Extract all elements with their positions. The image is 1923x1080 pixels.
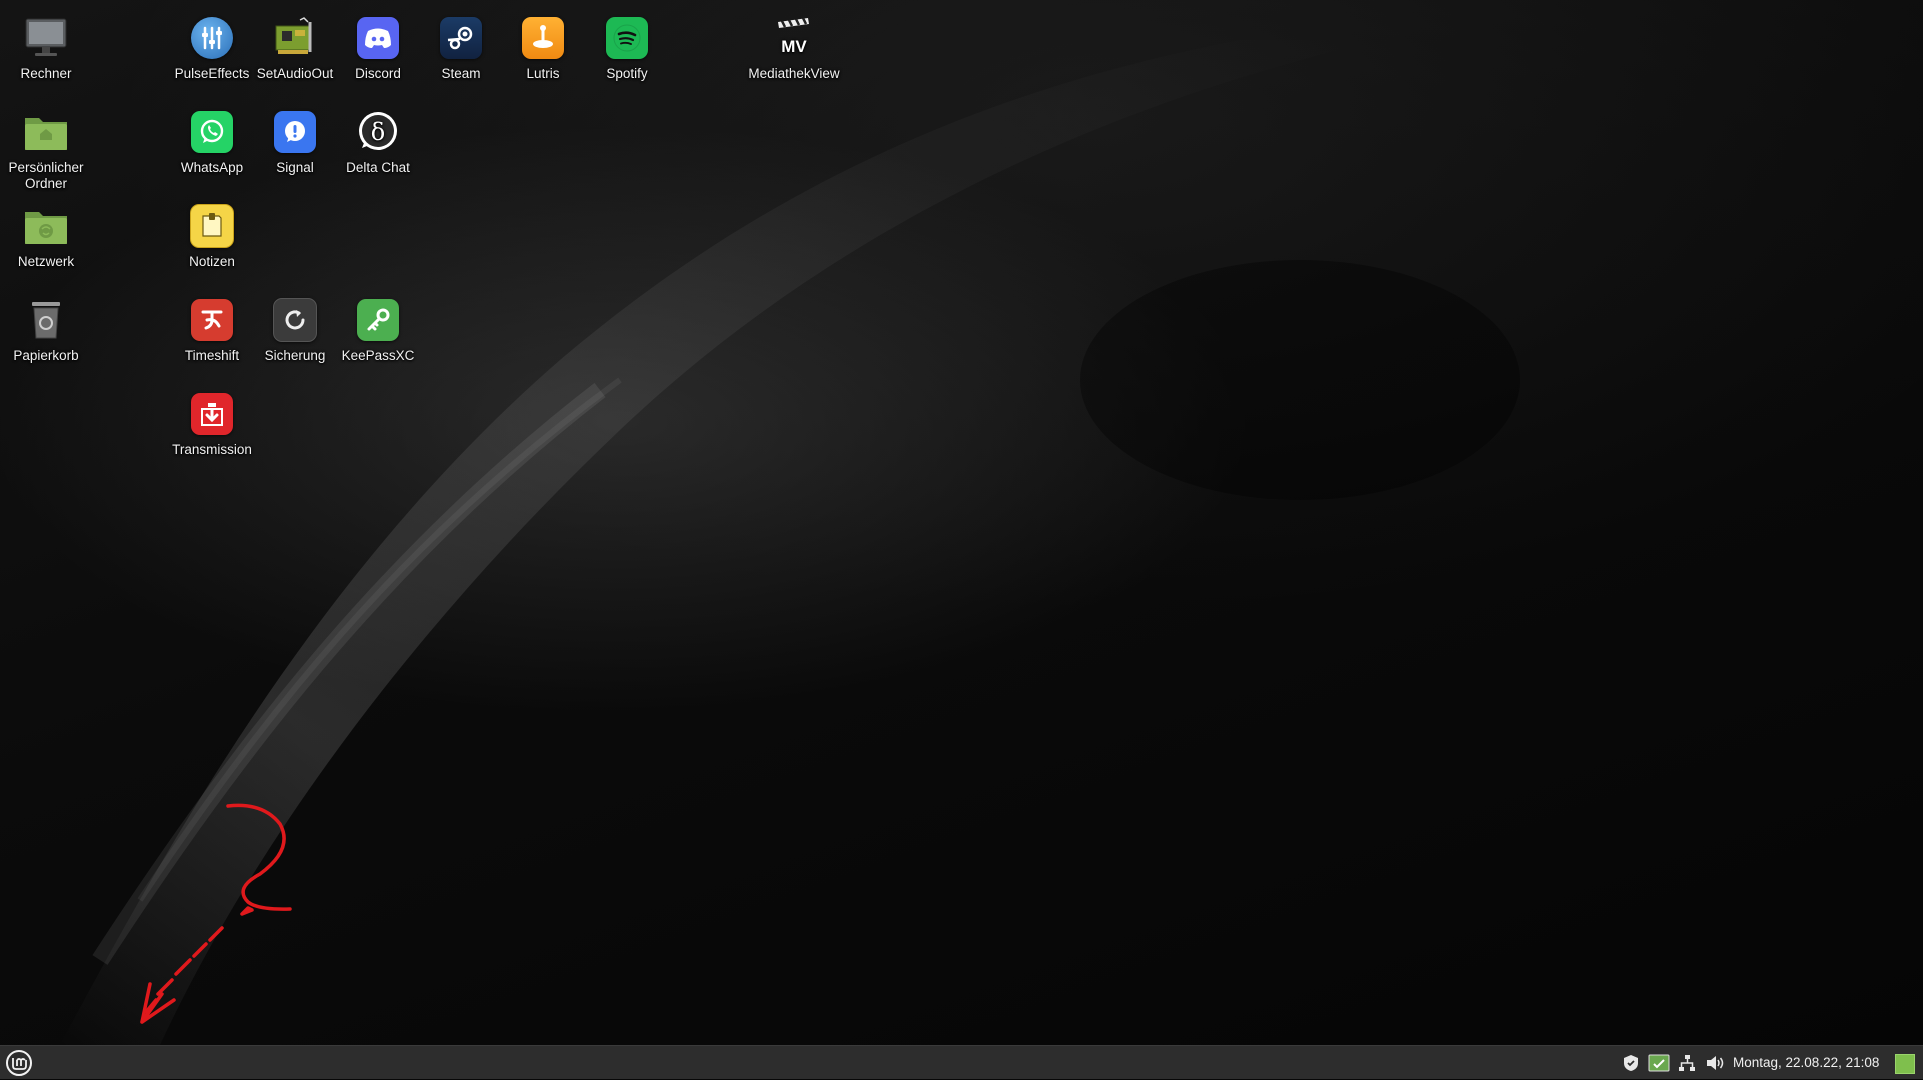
volume-icon[interactable] [1704,1052,1726,1074]
mint-menu-button[interactable] [4,1049,34,1077]
shield-icon[interactable] [1620,1052,1642,1074]
system-tray [1620,1046,1726,1080]
clock[interactable]: Montag, 22.08.22, 21:08 [1733,1046,1879,1080]
linux-mint-logo-icon [6,1050,32,1076]
network-icon[interactable] [1676,1052,1698,1074]
show-desktop-button[interactable] [1895,1054,1915,1074]
update-manager-icon[interactable] [1648,1052,1670,1074]
taskbar-panel: Montag, 22.08.22, 21:08 [0,1045,1923,1079]
desktop[interactable]: Rechner Persönlicher Ordner Netzwerk Pap… [0,0,1923,1045]
red-annotation [140,803,292,1024]
